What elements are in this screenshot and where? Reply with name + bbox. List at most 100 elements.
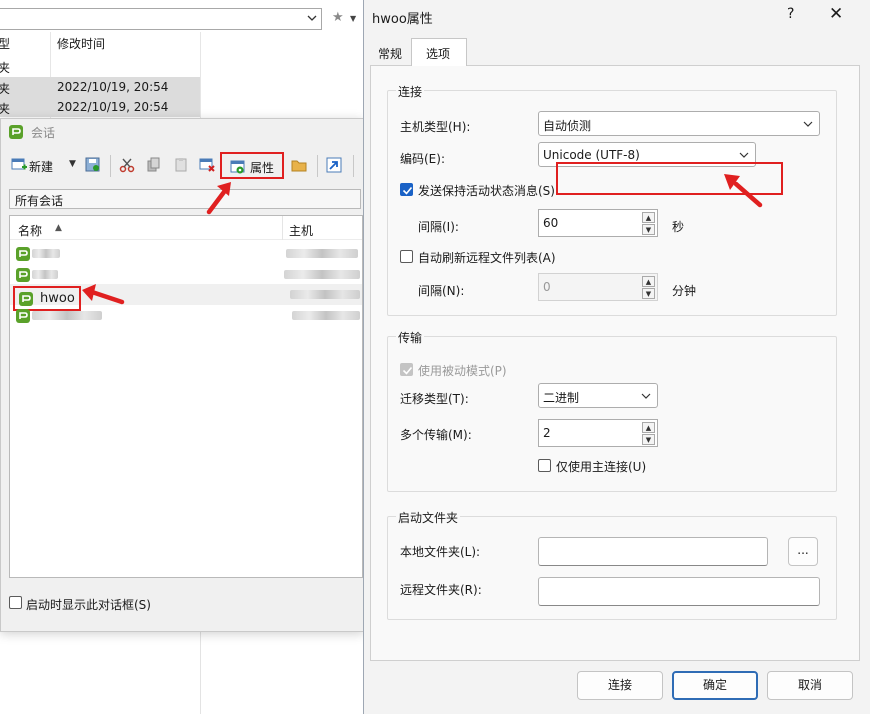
delete-session-icon[interactable]	[199, 157, 215, 173]
keepalive-label[interactable]: 发送保持活动状态消息(S)	[418, 182, 555, 199]
sessions-toolbar: 新建 ▼ 属性	[1, 149, 363, 181]
show-on-startup-checkbox[interactable]	[9, 596, 22, 609]
chevron-down-icon	[803, 121, 813, 127]
multi-transfer-spinner[interactable]: 2 ▲ ▼	[538, 419, 658, 447]
new-button-label[interactable]: 新建	[29, 158, 53, 175]
transfer-type-select[interactable]: 二进制	[538, 383, 658, 408]
dialog-title: 会话	[31, 126, 56, 140]
spin-up-icon[interactable]: ▲	[642, 276, 655, 287]
spin-down-icon[interactable]: ▼	[642, 288, 655, 299]
dialog-title: hwoo属性	[372, 12, 433, 27]
spin-up-icon[interactable]: ▲	[642, 422, 655, 433]
copy-icon[interactable]	[146, 157, 162, 173]
host-type-value: 自动侦测	[543, 119, 592, 133]
file-type: 夹	[0, 82, 11, 96]
startup-folder-group: 启动文件夹 本地文件夹(L): ... 远程文件夹(R):	[387, 509, 837, 620]
shortcut-icon[interactable]	[326, 157, 342, 173]
spin-up-icon[interactable]: ▲	[642, 212, 655, 223]
interval-value: 60	[543, 216, 559, 230]
spin-down-icon[interactable]: ▼	[642, 434, 655, 445]
properties-button-label: 属性	[250, 161, 275, 175]
chevron-down-icon	[739, 152, 749, 158]
session-list[interactable]: 名称 ▲ 主机 hwoo	[9, 215, 363, 578]
blurred-name	[32, 249, 60, 258]
refresh-interval-value: 0	[543, 280, 551, 294]
encoding-label: 编码(E):	[400, 152, 445, 166]
chevron-down-icon[interactable]	[306, 12, 318, 24]
column-header-modified[interactable]: 修改时间	[57, 35, 105, 52]
browse-button[interactable]: ...	[788, 537, 818, 566]
sessions-dialog: 会话 新建 ▼ 属性 所有会话 名称 ▲ 主机 hwoo 启动时显示此对话框(S…	[0, 118, 364, 632]
passive-mode-checkbox[interactable]	[400, 363, 413, 376]
app-icon	[9, 125, 23, 139]
session-icon	[16, 309, 30, 323]
session-icon	[16, 247, 30, 261]
tab-options-label: 选项	[426, 47, 451, 61]
file-row[interactable]: 夹 2022/10/19, 20:54	[0, 97, 200, 117]
auto-refresh-checkbox[interactable]	[400, 250, 413, 263]
column-header-type[interactable]: 型	[0, 35, 10, 52]
close-icon[interactable]: ✕	[829, 4, 843, 24]
session-item[interactable]	[10, 264, 362, 285]
column-divider	[200, 32, 201, 118]
refresh-interval-spinner[interactable]: 0 ▲ ▼	[538, 273, 658, 301]
properties-dialog: hwoo属性 ? ✕ 常规 连接 主机类型(H): 自动侦测 编码(E): Un…	[363, 0, 870, 714]
cancel-button[interactable]: 取消	[767, 671, 853, 700]
keepalive-checkbox[interactable]	[400, 183, 413, 196]
refresh-interval-unit: 分钟	[672, 284, 697, 298]
interval-spinner[interactable]: 60 ▲ ▼	[538, 209, 658, 237]
paste-icon[interactable]	[173, 157, 189, 173]
checkmark-icon	[402, 366, 413, 375]
star-icon[interactable]: ★	[332, 10, 344, 25]
dropdown-arrow-icon[interactable]: ▼	[69, 159, 76, 169]
toolbar-separator	[353, 155, 354, 177]
address-bar[interactable]	[0, 8, 322, 30]
file-modified: 2022/10/19, 20:54	[57, 100, 169, 114]
transfer-type-value: 二进制	[543, 391, 580, 405]
blurred-name	[32, 270, 58, 279]
primary-only-label[interactable]: 仅使用主连接(U)	[556, 458, 646, 475]
interval-unit: 秒	[672, 220, 685, 234]
new-session-icon[interactable]	[11, 157, 27, 173]
tab-options[interactable]: 选项	[411, 38, 467, 66]
session-item[interactable]	[10, 305, 362, 326]
remote-folder-input[interactable]	[538, 577, 820, 606]
column-divider	[200, 632, 201, 714]
local-folder-label: 本地文件夹(L):	[400, 545, 481, 559]
spin-down-icon[interactable]: ▼	[642, 224, 655, 235]
properties-icon	[230, 160, 245, 174]
column-header-host[interactable]: 主机	[289, 222, 313, 239]
host-type-select[interactable]: 自动侦测	[538, 111, 820, 136]
dropdown-arrow-icon[interactable]: ▼	[350, 14, 356, 23]
session-item[interactable]	[10, 243, 362, 264]
blurred-host	[290, 290, 360, 299]
connect-button[interactable]: 连接	[577, 671, 663, 700]
show-on-startup-label[interactable]: 启动时显示此对话框(S)	[26, 596, 151, 613]
sort-ascending-icon: ▲	[55, 223, 62, 233]
passive-mode-label[interactable]: 使用被动模式(P)	[418, 362, 507, 379]
session-icon	[16, 268, 30, 282]
help-button[interactable]: ?	[787, 6, 794, 22]
toolbar-separator	[110, 155, 111, 177]
column-divider[interactable]	[282, 216, 283, 240]
group-title: 连接	[396, 83, 425, 100]
save-session-icon[interactable]	[85, 157, 101, 173]
file-row[interactable]: 夹 2022/10/19, 20:54	[0, 77, 200, 97]
checkmark-icon	[402, 186, 413, 195]
multi-transfer-label: 多个传输(M):	[400, 428, 472, 442]
ok-button[interactable]: 确定	[672, 671, 758, 700]
cut-icon[interactable]	[119, 157, 135, 173]
local-folder-input[interactable]	[538, 537, 768, 566]
primary-only-checkbox[interactable]	[538, 459, 551, 472]
session-folder-tree[interactable]: 所有会话	[9, 189, 361, 209]
session-icon	[19, 292, 33, 306]
tab-general[interactable]: 常规	[370, 40, 412, 64]
file-row[interactable]: 夹	[0, 56, 200, 76]
chevron-down-icon	[641, 393, 651, 399]
interval-label: 间隔(I):	[418, 220, 459, 234]
remote-folder-label: 远程文件夹(R):	[400, 583, 482, 597]
properties-button[interactable]: 属性	[220, 152, 284, 179]
auto-refresh-label[interactable]: 自动刷新远程文件列表(A)	[418, 249, 556, 266]
folder-icon[interactable]	[291, 157, 307, 173]
column-header-name[interactable]: 名称	[18, 222, 42, 239]
